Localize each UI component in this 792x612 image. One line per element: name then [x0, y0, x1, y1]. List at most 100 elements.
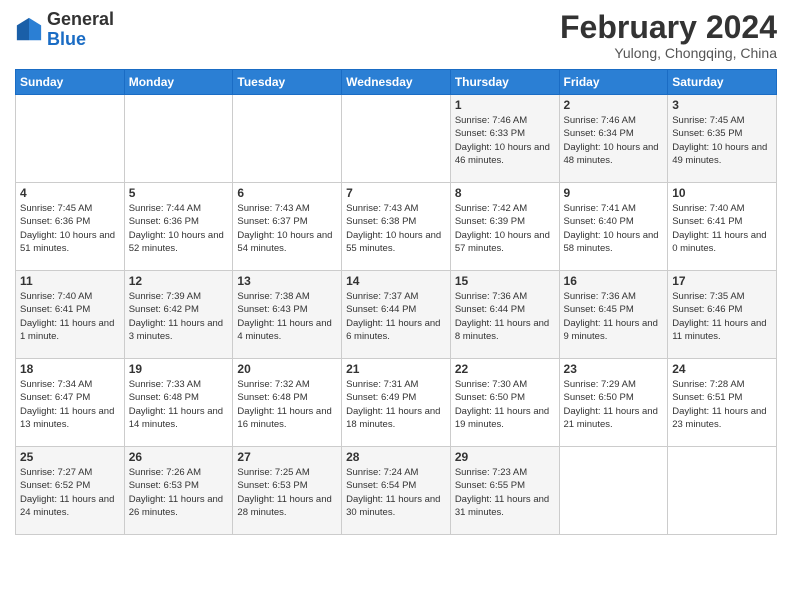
calendar-cell: 29 Sunrise: 7:23 AM Sunset: 6:55 PM Dayli…	[450, 447, 559, 535]
day-number: 6	[237, 186, 337, 200]
day-info: Sunrise: 7:37 AM Sunset: 6:44 PM Dayligh…	[346, 290, 446, 343]
day-info: Sunrise: 7:30 AM Sunset: 6:50 PM Dayligh…	[455, 378, 555, 431]
day-number: 5	[129, 186, 229, 200]
calendar-cell: 11 Sunrise: 7:40 AM Sunset: 6:41 PM Dayli…	[16, 271, 125, 359]
calendar-cell: 27 Sunrise: 7:25 AM Sunset: 6:53 PM Dayli…	[233, 447, 342, 535]
day-info: Sunrise: 7:41 AM Sunset: 6:40 PM Dayligh…	[564, 202, 664, 255]
day-info: Sunrise: 7:25 AM Sunset: 6:53 PM Dayligh…	[237, 466, 337, 519]
calendar-cell: 4 Sunrise: 7:45 AM Sunset: 6:36 PM Daylig…	[16, 183, 125, 271]
calendar-cell: 19 Sunrise: 7:33 AM Sunset: 6:48 PM Dayli…	[124, 359, 233, 447]
weekday-header: Sunday	[16, 70, 125, 95]
calendar-cell: 20 Sunrise: 7:32 AM Sunset: 6:48 PM Dayli…	[233, 359, 342, 447]
day-info: Sunrise: 7:45 AM Sunset: 6:35 PM Dayligh…	[672, 114, 772, 167]
day-info: Sunrise: 7:40 AM Sunset: 6:41 PM Dayligh…	[672, 202, 772, 255]
day-number: 29	[455, 450, 555, 464]
day-number: 4	[20, 186, 120, 200]
day-number: 14	[346, 274, 446, 288]
calendar-table: SundayMondayTuesdayWednesdayThursdayFrid…	[15, 69, 777, 535]
subtitle: Yulong, Chongqing, China	[560, 45, 777, 61]
calendar-cell: 3 Sunrise: 7:45 AM Sunset: 6:35 PM Daylig…	[668, 95, 777, 183]
day-info: Sunrise: 7:45 AM Sunset: 6:36 PM Dayligh…	[20, 202, 120, 255]
day-info: Sunrise: 7:34 AM Sunset: 6:47 PM Dayligh…	[20, 378, 120, 431]
day-number: 27	[237, 450, 337, 464]
calendar-cell: 15 Sunrise: 7:36 AM Sunset: 6:44 PM Dayli…	[450, 271, 559, 359]
day-number: 3	[672, 98, 772, 112]
calendar-cell: 2 Sunrise: 7:46 AM Sunset: 6:34 PM Daylig…	[559, 95, 668, 183]
day-info: Sunrise: 7:42 AM Sunset: 6:39 PM Dayligh…	[455, 202, 555, 255]
day-number: 15	[455, 274, 555, 288]
calendar-cell: 21Sunrise: 7:31 AM Sunset: 6:49 PM Dayli…	[342, 359, 451, 447]
day-number: 19	[129, 362, 229, 376]
calendar-cell: 18 Sunrise: 7:34 AM Sunset: 6:47 PM Dayli…	[16, 359, 125, 447]
day-info: Sunrise: 7:43 AM Sunset: 6:37 PM Dayligh…	[237, 202, 337, 255]
day-number: 11	[20, 274, 120, 288]
day-number: 13	[237, 274, 337, 288]
calendar-week-row: 11 Sunrise: 7:40 AM Sunset: 6:41 PM Dayli…	[16, 271, 777, 359]
weekday-header: Thursday	[450, 70, 559, 95]
day-info: Sunrise: 7:39 AM Sunset: 6:42 PM Dayligh…	[129, 290, 229, 343]
day-info: Sunrise: 7:28 AM Sunset: 6:51 PM Dayligh…	[672, 378, 772, 431]
day-info: Sunrise: 7:23 AM Sunset: 6:55 PM Dayligh…	[455, 466, 555, 519]
day-number: 16	[564, 274, 664, 288]
calendar-cell	[124, 95, 233, 183]
day-info: Sunrise: 7:29 AM Sunset: 6:50 PM Dayligh…	[564, 378, 664, 431]
day-number: 20	[237, 362, 337, 376]
day-info: Sunrise: 7:35 AM Sunset: 6:46 PM Dayligh…	[672, 290, 772, 343]
calendar-cell: 24 Sunrise: 7:28 AM Sunset: 6:51 PM Dayli…	[668, 359, 777, 447]
logo: General Blue	[15, 10, 114, 50]
day-info: Sunrise: 7:46 AM Sunset: 6:34 PM Dayligh…	[564, 114, 664, 167]
calendar-week-row: 18 Sunrise: 7:34 AM Sunset: 6:47 PM Dayli…	[16, 359, 777, 447]
day-info: Sunrise: 7:40 AM Sunset: 6:41 PM Dayligh…	[20, 290, 120, 343]
calendar-week-row: 4 Sunrise: 7:45 AM Sunset: 6:36 PM Daylig…	[16, 183, 777, 271]
calendar-cell: 17Sunrise: 7:35 AM Sunset: 6:46 PM Dayli…	[668, 271, 777, 359]
calendar-cell: 23 Sunrise: 7:29 AM Sunset: 6:50 PM Dayli…	[559, 359, 668, 447]
title-block: February 2024 Yulong, Chongqing, China	[560, 10, 777, 61]
calendar-week-row: 1Sunrise: 7:46 AM Sunset: 6:33 PM Daylig…	[16, 95, 777, 183]
logo-text: General Blue	[47, 10, 114, 50]
day-number: 23	[564, 362, 664, 376]
day-number: 28	[346, 450, 446, 464]
calendar-cell: 16 Sunrise: 7:36 AM Sunset: 6:45 PM Dayli…	[559, 271, 668, 359]
calendar-cell	[233, 95, 342, 183]
calendar-cell: 5 Sunrise: 7:44 AM Sunset: 6:36 PM Daylig…	[124, 183, 233, 271]
day-number: 24	[672, 362, 772, 376]
day-number: 18	[20, 362, 120, 376]
day-info: Sunrise: 7:43 AM Sunset: 6:38 PM Dayligh…	[346, 202, 446, 255]
calendar-cell: 25 Sunrise: 7:27 AM Sunset: 6:52 PM Dayli…	[16, 447, 125, 535]
day-info: Sunrise: 7:26 AM Sunset: 6:53 PM Dayligh…	[129, 466, 229, 519]
calendar-cell: 10 Sunrise: 7:40 AM Sunset: 6:41 PM Dayli…	[668, 183, 777, 271]
day-info: Sunrise: 7:33 AM Sunset: 6:48 PM Dayligh…	[129, 378, 229, 431]
weekday-header: Monday	[124, 70, 233, 95]
day-number: 10	[672, 186, 772, 200]
weekday-header: Tuesday	[233, 70, 342, 95]
calendar-cell: 8Sunrise: 7:42 AM Sunset: 6:39 PM Daylig…	[450, 183, 559, 271]
day-number: 25	[20, 450, 120, 464]
day-number: 21	[346, 362, 446, 376]
page: General Blue February 2024 Yulong, Chong…	[0, 0, 792, 612]
calendar-week-row: 25 Sunrise: 7:27 AM Sunset: 6:52 PM Dayli…	[16, 447, 777, 535]
calendar-cell: 9Sunrise: 7:41 AM Sunset: 6:40 PM Daylig…	[559, 183, 668, 271]
calendar-cell: 14 Sunrise: 7:37 AM Sunset: 6:44 PM Dayli…	[342, 271, 451, 359]
logo-icon	[15, 16, 43, 44]
day-info: Sunrise: 7:36 AM Sunset: 6:44 PM Dayligh…	[455, 290, 555, 343]
day-number: 7	[346, 186, 446, 200]
day-number: 22	[455, 362, 555, 376]
day-number: 26	[129, 450, 229, 464]
calendar-cell	[16, 95, 125, 183]
day-number: 2	[564, 98, 664, 112]
calendar-cell: 28Sunrise: 7:24 AM Sunset: 6:54 PM Dayli…	[342, 447, 451, 535]
day-info: Sunrise: 7:38 AM Sunset: 6:43 PM Dayligh…	[237, 290, 337, 343]
day-info: Sunrise: 7:44 AM Sunset: 6:36 PM Dayligh…	[129, 202, 229, 255]
calendar-cell: 7 Sunrise: 7:43 AM Sunset: 6:38 PM Daylig…	[342, 183, 451, 271]
header: General Blue February 2024 Yulong, Chong…	[15, 10, 777, 61]
day-info: Sunrise: 7:27 AM Sunset: 6:52 PM Dayligh…	[20, 466, 120, 519]
day-info: Sunrise: 7:36 AM Sunset: 6:45 PM Dayligh…	[564, 290, 664, 343]
calendar-cell: 13 Sunrise: 7:38 AM Sunset: 6:43 PM Dayli…	[233, 271, 342, 359]
logo-general: General	[47, 10, 114, 30]
day-info: Sunrise: 7:32 AM Sunset: 6:48 PM Dayligh…	[237, 378, 337, 431]
calendar-cell	[668, 447, 777, 535]
calendar-cell: 22 Sunrise: 7:30 AM Sunset: 6:50 PM Dayli…	[450, 359, 559, 447]
calendar-cell: 12Sunrise: 7:39 AM Sunset: 6:42 PM Dayli…	[124, 271, 233, 359]
calendar-cell	[342, 95, 451, 183]
logo-blue: Blue	[47, 30, 114, 50]
